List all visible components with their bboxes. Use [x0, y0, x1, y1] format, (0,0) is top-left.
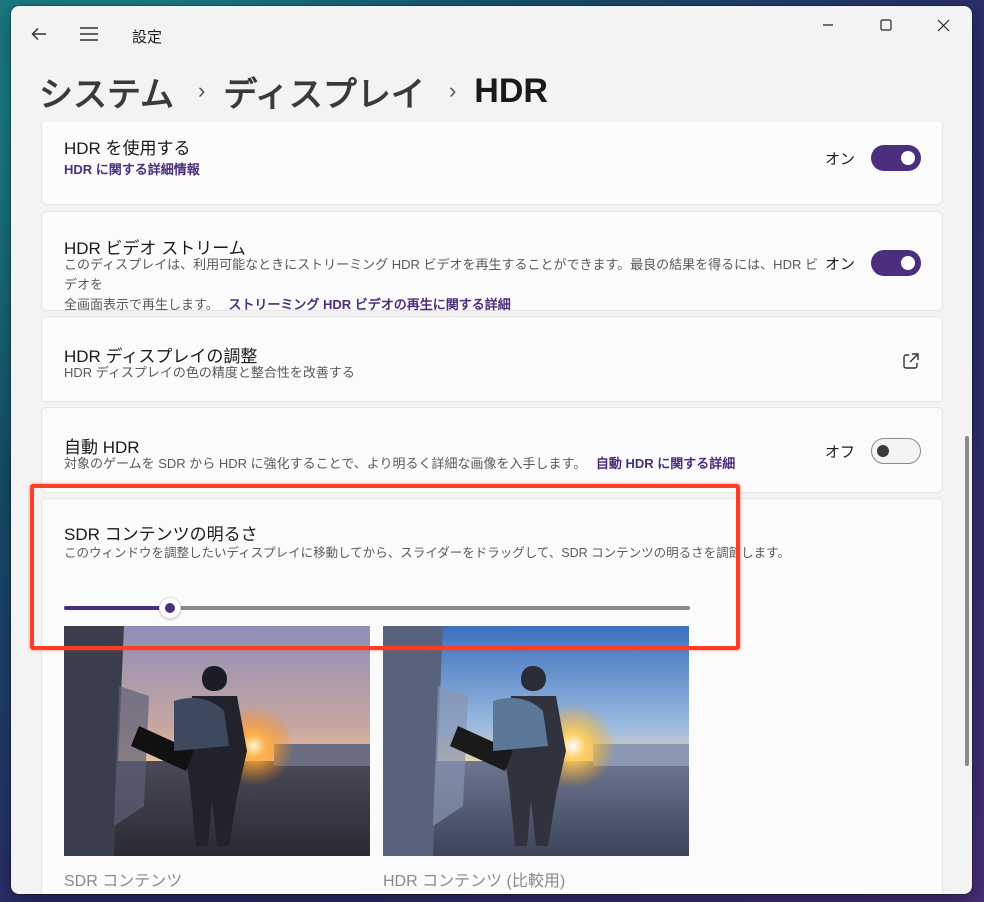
settings-content: HDR を使用する HDR に関する詳細情報 オン HDR ビデオ ストリーム … — [11, 122, 972, 894]
auto-hdr-learn-more-link[interactable]: 自動 HDR に関する詳細 — [596, 456, 735, 471]
auto-hdr-description-text: 対象のゲームを SDR から HDR に強化することで、より明るく詳細な画像を入… — [64, 456, 587, 471]
sdr-brightness-card: SDR コンテンツの明るさ このウィンドウを調整したいディスプレイに移動してから… — [41, 498, 943, 894]
breadcrumb: システム › ディスプレイ › HDR — [39, 66, 548, 116]
close-icon — [937, 19, 949, 31]
use-hdr-card: HDR を使用する HDR に関する詳細情報 オン — [41, 122, 943, 205]
use-hdr-toggle[interactable] — [871, 145, 921, 171]
hdr-video-toggle[interactable] — [871, 250, 921, 276]
sdr-preview-photo — [64, 626, 370, 856]
auto-hdr-card: 自動 HDR 対象のゲームを SDR から HDR に強化することで、より明るく… — [41, 407, 943, 493]
hdr-calibration-card[interactable]: HDR ディスプレイの調整 HDR ディスプレイの色の精度と整合性を改善する — [41, 316, 943, 402]
breadcrumb-display[interactable]: ディスプレイ — [223, 67, 425, 116]
auto-hdr-state-label: オフ — [824, 443, 855, 461]
sdr-preview-caption: SDR コンテンツ — [64, 873, 183, 890]
use-hdr-title: HDR を使用する — [64, 139, 191, 158]
use-hdr-state-label: オン — [824, 150, 855, 168]
hdr-video-description-line1: このディスプレイは、利用可能なときにストリーミング HDR ビデオを再生すること… — [64, 257, 818, 292]
vertical-scrollbar[interactable] — [965, 436, 969, 766]
auto-hdr-toggle-group: オフ — [825, 438, 921, 464]
sdr-brightness-slider[interactable] — [64, 596, 690, 620]
breadcrumb-current: HDR — [474, 71, 548, 110]
sdr-brightness-title: SDR コンテンツの明るさ — [64, 525, 258, 544]
use-hdr-toggle-group: オン — [825, 145, 921, 171]
back-button[interactable] — [21, 16, 57, 52]
navigation-menu-button[interactable] — [71, 16, 107, 52]
use-hdr-learn-more-link[interactable]: HDR に関する詳細情報 — [64, 159, 200, 178]
auto-hdr-description: 対象のゲームを SDR から HDR に強化することで、より明るく詳細な画像を入… — [64, 454, 844, 474]
hdr-video-description: このディスプレイは、利用可能なときにストリーミング HDR ビデオを再生すること… — [64, 255, 824, 315]
close-button[interactable] — [914, 6, 972, 44]
toggle-knob — [901, 151, 915, 165]
hdr-preview-caption: HDR コンテンツ (比較用) — [383, 873, 566, 890]
maximize-icon — [880, 19, 892, 31]
breadcrumb-separator: › — [448, 78, 457, 103]
breadcrumb-system[interactable]: システム — [39, 67, 174, 116]
sdr-preview-image — [64, 626, 370, 856]
breadcrumb-separator: › — [197, 78, 206, 103]
hdr-video-toggle-group: オン — [825, 250, 921, 276]
toggle-knob — [901, 256, 915, 270]
toggle-knob — [877, 445, 889, 457]
minimize-icon — [823, 24, 833, 26]
hdr-preview-image — [383, 626, 689, 856]
hdr-video-card: HDR ビデオ ストリーム このディスプレイは、利用可能なときにストリーミング … — [41, 211, 943, 312]
slider-thumb[interactable] — [159, 597, 182, 619]
maximize-button[interactable] — [857, 6, 915, 44]
open-external-icon[interactable] — [901, 351, 921, 371]
title-bar: 設定 — [11, 6, 972, 64]
hdr-video-learn-more-link[interactable]: ストリーミング HDR ビデオの再生に関する詳細 — [228, 297, 510, 312]
hdr-calibration-description: HDR ディスプレイの色の精度と整合性を改善する — [64, 365, 355, 380]
sdr-brightness-description: このウィンドウを調整したいディスプレイに移動してから、スライダーをドラッグして、… — [64, 546, 790, 560]
hdr-preview-photo — [383, 626, 689, 856]
back-arrow-icon — [31, 27, 46, 41]
hdr-video-description-line2: 全画面表示で再生します。 — [64, 297, 219, 312]
hdr-video-state-label: オン — [824, 255, 855, 273]
app-title: 設定 — [132, 29, 163, 46]
slider-fill — [64, 606, 171, 610]
settings-window: 設定 システム › ディスプレイ › HDR HDR を使用する HDR に関す… — [11, 6, 972, 894]
auto-hdr-toggle[interactable] — [871, 438, 921, 464]
minimize-button[interactable] — [799, 6, 857, 44]
hamburger-icon — [80, 27, 98, 41]
